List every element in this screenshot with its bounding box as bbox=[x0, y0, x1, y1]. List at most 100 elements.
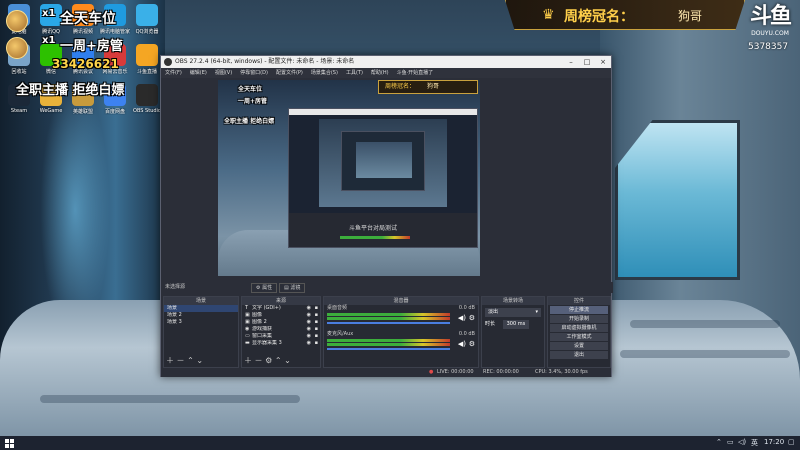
source-item[interactable]: ◉ 游戏捕获 ◉ ▪ bbox=[242, 326, 320, 333]
control-button[interactable]: 启动虚拟摄像机 bbox=[550, 324, 608, 332]
scene-item[interactable]: 场景 bbox=[164, 305, 238, 312]
menu-item[interactable]: 配置文件(P) bbox=[276, 70, 303, 76]
minimize-icon[interactable]: – bbox=[563, 56, 579, 68]
obs-preview-canvas[interactable]: 周榜冠名： 狗哥 全天车位 一周+房管 全职主播 拒绝白嫖 斗鱼平台对局测试 bbox=[218, 80, 480, 276]
image-icon: ▣ bbox=[245, 312, 250, 318]
desktop-icon[interactable]: 斗鱼直播 bbox=[130, 44, 164, 75]
wallpaper-bed-fold bbox=[630, 320, 780, 328]
mixer-dock-header: 混音器 bbox=[324, 297, 478, 305]
wallpaper-window bbox=[615, 120, 740, 280]
eye-icon[interactable]: ◉ bbox=[307, 305, 311, 312]
lock-icon[interactable]: ▪ bbox=[315, 333, 318, 340]
move-down-icon[interactable]: ⌄ bbox=[284, 356, 291, 365]
lock-icon[interactable]: ▪ bbox=[315, 340, 318, 347]
desktop-icon[interactable]: QQ浏览器 bbox=[130, 4, 164, 35]
nested-obs-window: 斗鱼平台对局测试 bbox=[288, 108, 478, 248]
lock-icon[interactable]: ▪ bbox=[315, 326, 318, 333]
windows-start-icon[interactable] bbox=[5, 439, 14, 448]
move-up-icon[interactable]: ⌃ bbox=[187, 356, 194, 365]
window-icon: ▭ bbox=[245, 333, 250, 339]
room-id: 5378357 bbox=[748, 42, 789, 52]
add-icon[interactable]: ＋ bbox=[166, 356, 174, 365]
channel-db: 0.0 dB bbox=[458, 305, 475, 311]
lock-icon[interactable]: ▪ bbox=[315, 312, 318, 319]
speaker-icon[interactable]: ◀) bbox=[458, 314, 466, 322]
lock-icon[interactable]: ▪ bbox=[315, 319, 318, 326]
volume-icon[interactable]: ◁) bbox=[738, 438, 746, 446]
source-item[interactable]: ▣ 图像 2 ◉ ▪ bbox=[242, 319, 320, 326]
add-icon[interactable]: ＋ bbox=[244, 356, 252, 365]
transition-duration-row: 时长 300 ms bbox=[485, 320, 541, 329]
transition-select[interactable]: 淡出 ▾ bbox=[485, 308, 541, 317]
menu-item[interactable]: 斗鱼·开始直播了 bbox=[397, 70, 434, 76]
control-button[interactable]: 工作室模式 bbox=[550, 333, 608, 341]
control-button[interactable]: 开始录制 bbox=[550, 315, 608, 323]
clock[interactable]: 17:20 bbox=[764, 438, 784, 446]
obs-window[interactable]: OBS 27.2.4 (64-bit, windows) - 配置文件: 未命名… bbox=[160, 55, 613, 377]
menu-item[interactable]: 文件(F) bbox=[165, 70, 182, 76]
source-item[interactable]: T 文字 (GDI+) ◉ ▪ bbox=[242, 305, 320, 312]
rec-timer: REC: 00:00:00 bbox=[483, 369, 519, 375]
speaker-icon[interactable]: ◀) bbox=[458, 340, 466, 348]
lock-icon[interactable]: ▪ bbox=[315, 305, 318, 312]
eye-icon[interactable]: ◉ bbox=[307, 326, 311, 333]
menu-item[interactable]: 停靠窗口(D) bbox=[240, 70, 268, 76]
eye-icon[interactable]: ◉ bbox=[307, 340, 311, 347]
control-button[interactable]: 退出 bbox=[550, 351, 608, 359]
transitions-dock: 场景转场 淡出 ▾ 时长 300 ms bbox=[481, 296, 545, 368]
move-down-icon[interactable]: ⌄ bbox=[196, 356, 203, 365]
gear-icon[interactable]: ⚙ bbox=[265, 356, 272, 365]
control-button[interactable]: 设置 bbox=[550, 342, 608, 350]
source-list: T 文字 (GDI+) ◉ ▪ ▣ 图像 ◉ ▪ ▣ 图像 2 ◉ ▪ ◉ 游戏捕获 ◉ ▪ ▭ 窗口采集 ◉ ▪ ▬ 显… bbox=[242, 305, 320, 347]
audio-meter bbox=[327, 313, 450, 316]
menu-item[interactable]: 场景集合(S) bbox=[311, 70, 338, 76]
eye-icon[interactable]: ◉ bbox=[307, 333, 311, 340]
source-label: 图像 bbox=[252, 312, 263, 318]
menu-item[interactable]: 视图(V) bbox=[215, 70, 232, 76]
monitor-icon: ▬ bbox=[245, 340, 250, 346]
source-item[interactable]: ▭ 窗口采集 ◉ ▪ bbox=[242, 333, 320, 340]
volume-slider[interactable] bbox=[327, 348, 450, 350]
remove-icon[interactable]: － bbox=[255, 356, 263, 365]
menu-item[interactable]: 编辑(E) bbox=[190, 70, 207, 76]
nested-docks: 斗鱼平台对局测试 bbox=[289, 213, 477, 247]
scene-item[interactable]: 场景 2 bbox=[164, 312, 238, 319]
network-icon[interactable]: ▭ bbox=[727, 438, 734, 446]
notification-icon[interactable]: ▢ bbox=[788, 438, 795, 446]
eye-icon[interactable]: ◉ bbox=[307, 312, 311, 319]
desktop-icon-label: 百度网盘 bbox=[104, 109, 125, 115]
live-timer: LIVE: 00:00:00 bbox=[437, 369, 474, 375]
gear-icon[interactable]: ⚙ bbox=[469, 314, 475, 322]
controls-dock: 控件 停止推流 开始录制 启动虚拟摄像机 工作室模式 设置 退出 bbox=[547, 296, 611, 368]
menu-item[interactable]: 工具(T) bbox=[346, 70, 363, 76]
obs-titlebar[interactable]: OBS 27.2.4 (64-bit, windows) - 配置文件: 未命名… bbox=[161, 56, 611, 68]
nested-preview-3 bbox=[356, 142, 412, 178]
source-label: 文字 (GDI+) bbox=[252, 305, 281, 311]
properties-button[interactable]: ⚙ 属性 bbox=[251, 283, 278, 293]
maximize-icon[interactable]: □ bbox=[579, 56, 595, 68]
weekly-name: 狗哥 bbox=[678, 9, 703, 23]
source-item[interactable]: ▬ 显示器采集 3 ◉ ▪ bbox=[242, 340, 320, 347]
chevron-up-icon[interactable]: ⌃ bbox=[716, 438, 722, 446]
control-button[interactable]: 停止推流 bbox=[550, 306, 608, 314]
close-icon[interactable]: × bbox=[595, 56, 611, 68]
duration-input[interactable]: 300 ms bbox=[502, 320, 530, 329]
mixer-dock: 混音器 桌面音频 0.0 dB ◀) ⚙ 麦克风/Aux 0.0 dB ◀) ⚙ bbox=[323, 296, 479, 368]
filters-button[interactable]: ▤ 滤镜 bbox=[279, 283, 306, 293]
transition-type: 淡出 bbox=[488, 309, 499, 315]
preview-gift-text-2: 一周+房管 bbox=[238, 98, 268, 105]
eye-icon[interactable]: ◉ bbox=[307, 319, 311, 326]
remove-icon[interactable]: － bbox=[177, 356, 185, 365]
volume-slider[interactable] bbox=[327, 322, 450, 324]
preview-gift-text-1: 全天车位 bbox=[238, 86, 263, 93]
source-item[interactable]: ▣ 图像 ◉ ▪ bbox=[242, 312, 320, 319]
scene-item[interactable]: 场景 3 bbox=[164, 319, 238, 326]
desktop-icon[interactable]: OBS Studio bbox=[130, 84, 164, 114]
gear-icon[interactable]: ⚙ bbox=[469, 340, 475, 348]
language-icon[interactable]: 英 bbox=[751, 438, 758, 448]
move-up-icon[interactable]: ⌃ bbox=[275, 356, 282, 365]
fan-id: 33426621 bbox=[52, 57, 119, 71]
desktop-icon-label: OBS Studio bbox=[133, 108, 161, 114]
desktop-icon-label: 腾讯QQ bbox=[42, 29, 60, 35]
menu-item[interactable]: 帮助(H) bbox=[371, 70, 389, 76]
